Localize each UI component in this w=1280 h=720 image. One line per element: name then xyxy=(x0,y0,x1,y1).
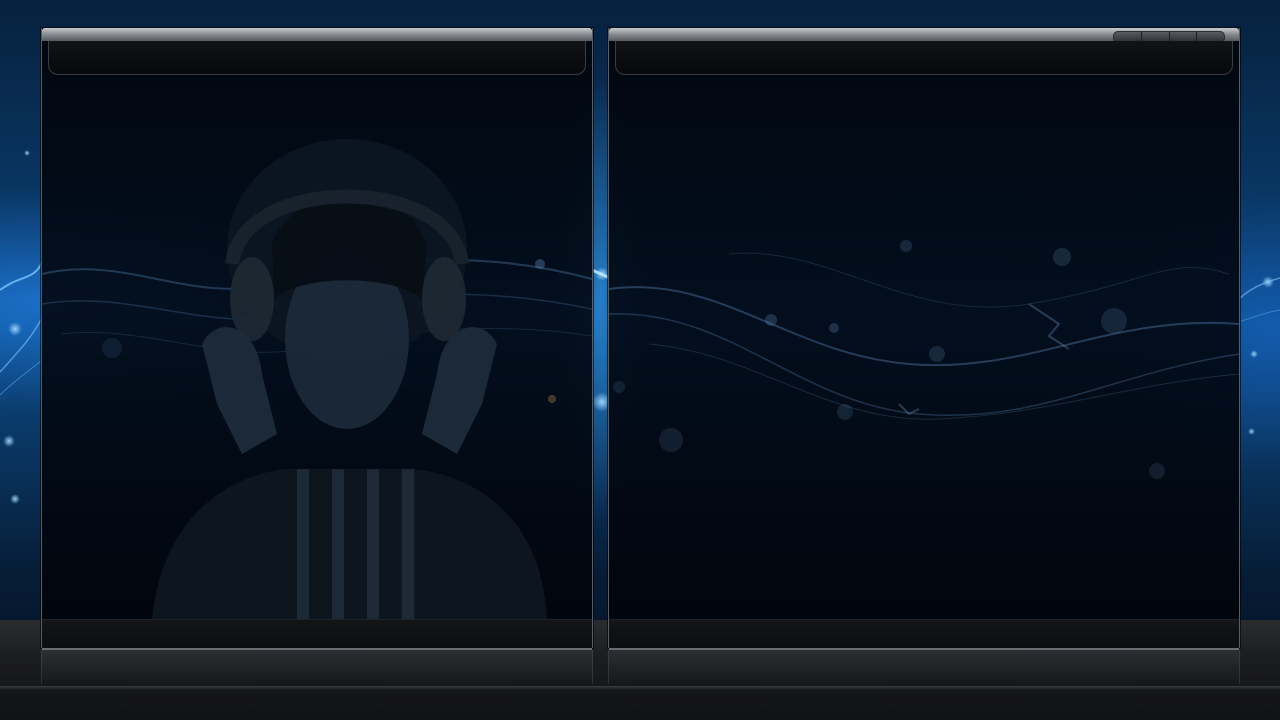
flowing-lines-artwork xyxy=(609,240,1239,479)
light-sparkle xyxy=(1250,350,1258,358)
left-panel-bezel xyxy=(42,28,592,41)
left-panel-header xyxy=(48,41,586,75)
right-panel-header xyxy=(615,41,1233,75)
light-sparkle xyxy=(1262,276,1274,288)
left-panel xyxy=(41,28,593,650)
right-panel-footer xyxy=(609,619,1239,648)
light-sparkle xyxy=(24,150,30,156)
light-sparkle xyxy=(10,494,20,504)
right-panel-bezel xyxy=(609,28,1239,43)
right-panel xyxy=(608,28,1240,650)
right-panel-reflection xyxy=(608,650,1240,684)
light-sparkle xyxy=(1248,428,1255,435)
light-sparkle xyxy=(8,322,22,336)
left-panel-footer xyxy=(42,619,592,648)
light-sparkle xyxy=(3,435,15,447)
left-panel-reflection xyxy=(41,650,593,684)
person-with-headphones-image xyxy=(42,139,592,620)
desktop-background xyxy=(0,0,1280,720)
floor-edge xyxy=(0,686,1280,690)
